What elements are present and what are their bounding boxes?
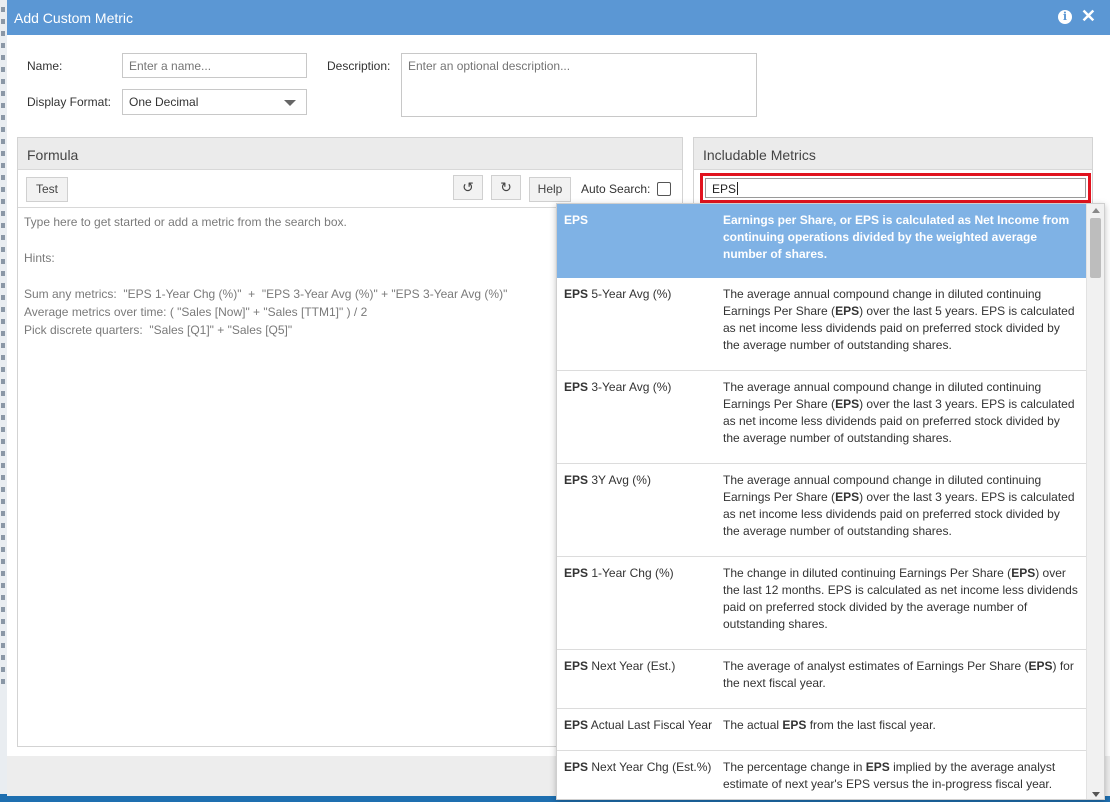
chevron-down-icon: [284, 100, 296, 106]
close-icon[interactable]: ✕: [1081, 6, 1096, 27]
result-row[interactable]: EPS Actual Last Fiscal Year The actual E…: [557, 709, 1087, 751]
includable-metrics-title: Includable Metrics: [694, 138, 1092, 170]
result-name-bold: EPS: [564, 380, 589, 394]
result-row[interactable]: EPS Next Year Chg (Est.%) The percentage…: [557, 751, 1087, 799]
result-description: Earnings per Share, or EPS is calculated…: [723, 213, 1070, 261]
result-row[interactable]: EPS Next Year (Est.) The average of anal…: [557, 650, 1087, 709]
display-format-value: One Decimal: [129, 95, 199, 109]
scroll-down-icon[interactable]: [1092, 792, 1100, 797]
desc-keyword: EPS: [1028, 659, 1053, 673]
result-row[interactable]: EPS 3-Year Avg (%) The average annual co…: [557, 371, 1087, 464]
result-name-bold: EPS: [564, 287, 589, 301]
result-row[interactable]: EPS Earnings per Share, or EPS is calcul…: [557, 204, 1087, 278]
desc-keyword: EPS: [1011, 566, 1036, 580]
undo-icon[interactable]: ↺: [453, 175, 483, 200]
desc-text: The change in diluted continuing Earning…: [723, 566, 1012, 580]
scroll-up-icon[interactable]: [1092, 208, 1100, 213]
desc-keyword: EPS: [782, 718, 807, 732]
name-input[interactable]: [122, 53, 307, 78]
dialog-titlebar: Add Custom Metric i ✕: [7, 0, 1110, 35]
result-name-bold: EPS: [564, 659, 589, 673]
description-label: Description:: [327, 59, 391, 73]
display-format-label: Display Format:: [27, 95, 112, 109]
formula-panel-title: Formula: [18, 138, 682, 170]
result-description: The percentage change in EPS implied by …: [723, 759, 1078, 793]
result-name-bold: EPS: [564, 760, 589, 774]
desc-text: The average of analyst estimates of Earn…: [723, 659, 1029, 673]
result-name: EPS: [564, 213, 589, 227]
result-name: 3-Year Avg (%): [588, 380, 672, 394]
info-icon[interactable]: i: [1058, 10, 1072, 24]
metric-search-value: EPS: [712, 182, 737, 196]
dialog-title: Add Custom Metric: [14, 10, 134, 26]
auto-search-label: Auto Search:: [581, 182, 651, 196]
name-label: Name:: [27, 59, 63, 73]
display-format-select[interactable]: One Decimal: [122, 89, 307, 115]
result-description: The change in diluted continuing Earning…: [723, 565, 1078, 633]
scrollbar-thumb[interactable]: [1090, 218, 1101, 278]
result-name: Actual Last Fiscal Year: [588, 718, 713, 732]
background-page-edge: [0, 0, 7, 802]
result-row[interactable]: EPS 3Y Avg (%) The average annual compou…: [557, 464, 1087, 557]
result-name: 1-Year Chg (%): [588, 566, 674, 580]
result-name-bold: EPS: [564, 566, 589, 580]
desc-keyword: EPS: [835, 397, 860, 411]
result-description: The average annual compound change in di…: [723, 286, 1078, 354]
desc-keyword: EPS: [865, 760, 890, 774]
result-row[interactable]: EPS 5-Year Avg (%) The average annual co…: [557, 278, 1087, 371]
dropdown-scrollbar[interactable]: [1086, 204, 1104, 799]
desc-keyword: EPS: [835, 304, 860, 318]
description-textarea[interactable]: [401, 53, 757, 117]
search-results-dropdown: EPS Earnings per Share, or EPS is calcul…: [556, 203, 1105, 800]
result-name: 3Y Avg (%): [588, 473, 651, 487]
result-name-bold: EPS: [564, 718, 589, 732]
result-name: Next Year (Est.): [588, 659, 676, 673]
result-name-bold: EPS: [564, 473, 589, 487]
help-button[interactable]: Help: [529, 177, 571, 202]
desc-keyword: EPS: [835, 490, 860, 504]
desc-text: The percentage change in: [723, 760, 866, 774]
redo-icon[interactable]: ↻: [491, 175, 521, 200]
result-description: The average annual compound change in di…: [723, 379, 1078, 447]
result-name: Next Year Chg (Est.%): [588, 760, 712, 774]
result-description: The average of analyst estimates of Earn…: [723, 658, 1078, 692]
result-row[interactable]: EPS 1-Year Chg (%) The change in diluted…: [557, 557, 1087, 650]
test-button[interactable]: Test: [26, 177, 68, 202]
desc-text: The actual: [723, 718, 783, 732]
result-name: 5-Year Avg (%): [588, 287, 672, 301]
metric-search-input[interactable]: EPS: [700, 173, 1091, 203]
auto-search-checkbox[interactable]: [657, 182, 671, 196]
result-description: The average annual compound change in di…: [723, 472, 1078, 540]
desc-text: from the last fiscal year.: [806, 718, 936, 732]
text-cursor: [737, 182, 739, 195]
result-description: The actual EPS from the last fiscal year…: [723, 717, 1078, 734]
